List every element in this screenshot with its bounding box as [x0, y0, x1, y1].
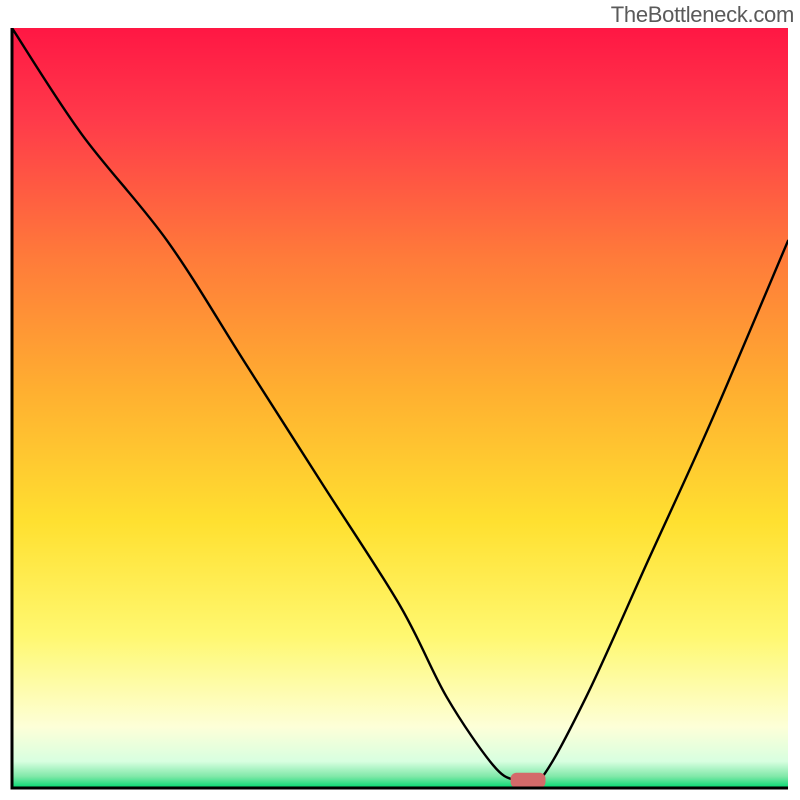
- plot-gradient-background: [12, 28, 788, 788]
- chart-svg: [0, 0, 800, 800]
- optimum-marker: [511, 773, 546, 788]
- plot-area: [12, 28, 788, 788]
